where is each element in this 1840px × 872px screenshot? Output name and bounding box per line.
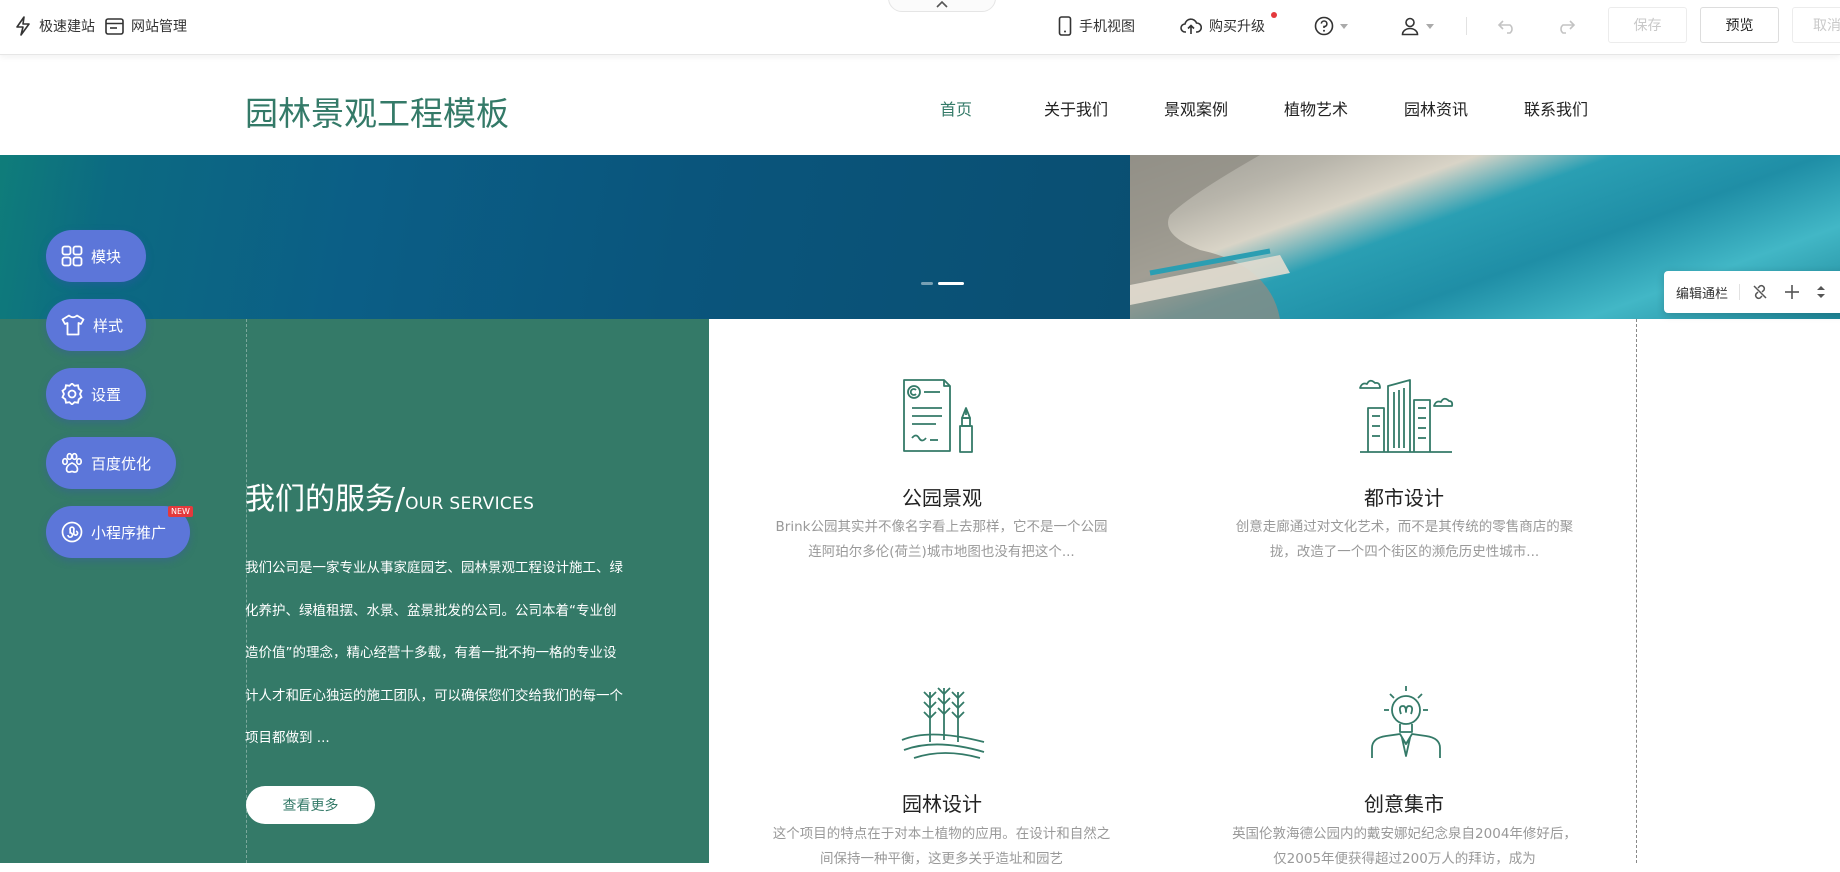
certificate-pen-icon [903, 379, 973, 453]
card-desc-creative: 英国伦敦海德公园内的戴安娜妃纪念泉自2004年修好后，仅2005年便获得超过20… [1232, 826, 1577, 867]
card-title-creative[interactable]: 创意集市 [1224, 788, 1584, 817]
site-manage-label: 网站管理 [131, 19, 187, 35]
redo-button[interactable] [1556, 13, 1576, 39]
banner-image-sea [0, 155, 1130, 319]
mobile-view-label: 手机视图 [1079, 19, 1135, 35]
slide-dot-2-active[interactable] [938, 282, 964, 285]
side-menu-seo-label: 百度优化 [91, 454, 152, 473]
user-icon [1401, 17, 1419, 36]
sort-arrows-icon[interactable] [1816, 284, 1826, 300]
caret-down-icon [1426, 23, 1434, 29]
card-title-urban[interactable]: 都市设计 [1224, 482, 1584, 511]
grid-icon [61, 245, 83, 267]
services-heading-cn: 我们的服务/ [245, 482, 406, 517]
add-icon[interactable] [1784, 284, 1800, 300]
edit-column-toolbar: 编辑通栏 [1664, 271, 1840, 313]
quick-build-label: 极速建站 [39, 19, 95, 35]
slide-dot-1[interactable] [921, 282, 933, 285]
site-manage-button[interactable]: 网站管理 [105, 13, 187, 39]
side-menu-styles[interactable]: 样式 [46, 299, 146, 351]
card-desc-urban: 创意走廊通过对文化艺术，而不是其传统的零售商店的聚拢，改造了一个四个街区的濒危历… [1235, 519, 1574, 560]
unlink-icon[interactable] [1752, 284, 1768, 300]
nav-item-news[interactable]: 园林资讯 [1404, 96, 1468, 120]
mini-program-icon [61, 521, 83, 543]
caret-down-icon [1340, 23, 1348, 29]
edit-column-button[interactable]: 编辑通栏 [1676, 283, 1728, 302]
upgrade-label: 购买升级 [1209, 19, 1265, 35]
lightning-icon [16, 16, 30, 36]
window-icon [105, 17, 124, 35]
redo-icon [1560, 20, 1576, 34]
side-menu-settings[interactable]: 设置 [46, 368, 146, 420]
side-menu-modules[interactable]: 模块 [46, 230, 146, 282]
side-menu-mini-program-label: 小程序推广 [91, 523, 167, 542]
idea-person-icon [1371, 686, 1441, 758]
card-desc-park: Brink公园其实并不像名字看上去那样，它不是一个公园连阿珀尔多伦(荷兰)城市地… [775, 519, 1108, 560]
view-more-button[interactable]: 查看更多 [246, 786, 375, 824]
services-description: 我们公司是一家专业从事家庭园艺、园林景观工程设计施工、绿化养护、绿植租摆、水景、… [245, 560, 623, 746]
wheat-field-icon [901, 687, 985, 759]
editor-toolbar: 极速建站 网站管理 手机视图 购买升级 保存 预览 取消 [0, 0, 1840, 55]
content-guide-line [1636, 319, 1637, 863]
nav-item-home[interactable]: 首页 [940, 96, 972, 120]
cloud-upload-icon [1180, 18, 1202, 34]
side-menu-modules-label: 模块 [91, 247, 122, 266]
services-heading: 我们的服务/OUR SERVICES [245, 474, 534, 518]
paw-icon [61, 452, 83, 473]
save-button[interactable]: 保存 [1608, 7, 1687, 43]
cancel-label: 取消 [1813, 18, 1840, 34]
notification-dot [1271, 12, 1277, 18]
nav-item-plant-art[interactable]: 植物艺术 [1284, 96, 1348, 120]
city-buildings-icon [1359, 379, 1454, 453]
account-menu[interactable] [1400, 13, 1434, 39]
preview-button[interactable]: 预览 [1700, 7, 1779, 43]
chevron-up-icon [936, 0, 948, 8]
side-menu-seo[interactable]: 百度优化 [46, 437, 176, 489]
tshirt-icon [61, 314, 85, 336]
mobile-view-button[interactable]: 手机视图 [1058, 13, 1135, 39]
hero-banner[interactable] [0, 155, 1840, 319]
new-badge: NEW [168, 506, 193, 517]
services-heading-en: OUR SERVICES [405, 494, 535, 514]
card-title-garden[interactable]: 园林设计 [762, 788, 1122, 817]
quick-build-button[interactable]: 极速建站 [14, 13, 95, 39]
edit-bar-divider [1739, 284, 1741, 300]
toolbar-divider [1466, 17, 1467, 35]
card-title-park[interactable]: 公园景观 [762, 482, 1122, 511]
site-header: 园林景观工程模板 首页 关于我们 景观案例 植物艺术 园林资讯 联系我们 [0, 55, 1840, 155]
side-menu-settings-label: 设置 [91, 385, 122, 404]
nav-item-contact[interactable]: 联系我们 [1524, 96, 1588, 120]
cancel-button[interactable]: 取消 [1792, 7, 1840, 43]
side-menu-styles-label: 样式 [93, 316, 124, 335]
nav-item-cases[interactable]: 景观案例 [1164, 96, 1228, 120]
phone-icon [1058, 16, 1072, 36]
gear-icon [61, 383, 83, 405]
collapse-toolbar-tab[interactable] [888, 0, 996, 12]
card-desc-garden: 这个项目的特点在于对本土植物的应用。在设计和自然之间保持一种平衡，这更多关乎造址… [772, 826, 1111, 867]
upgrade-button[interactable]: 购买升级 [1180, 13, 1265, 39]
help-icon [1314, 16, 1334, 36]
undo-icon [1497, 20, 1513, 34]
site-logo[interactable]: 园林景观工程模板 [245, 87, 509, 135]
help-menu[interactable] [1314, 13, 1348, 39]
undo-button[interactable] [1497, 13, 1517, 39]
nav-item-about[interactable]: 关于我们 [1044, 96, 1108, 120]
